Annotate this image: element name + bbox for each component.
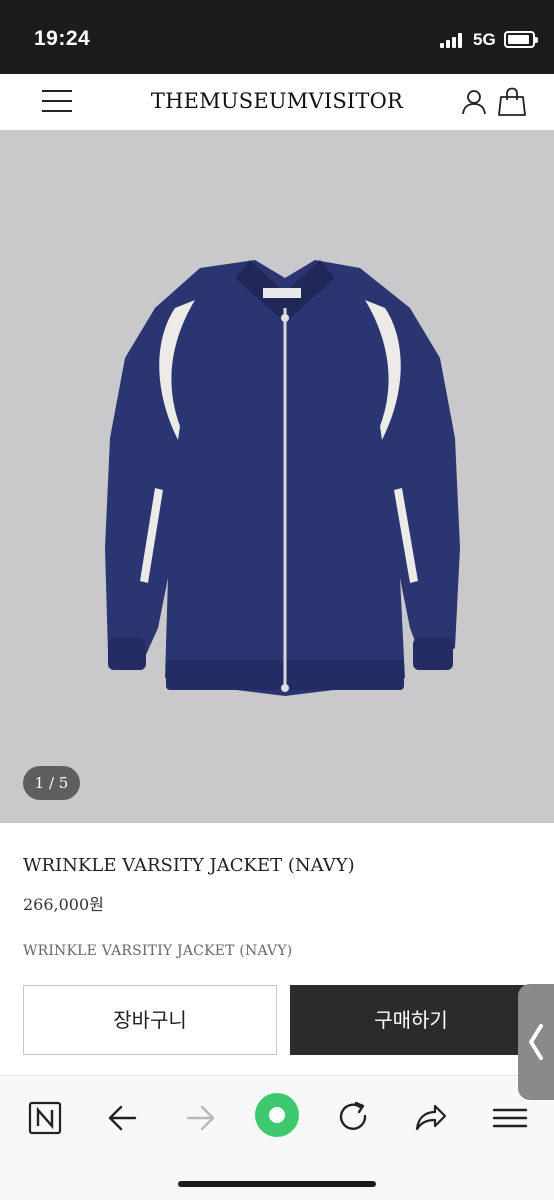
home-indicator xyxy=(178,1181,376,1187)
share-icon[interactable] xyxy=(409,1096,453,1140)
signal-icon xyxy=(440,33,466,48)
gallery-pager: 1 / 5 xyxy=(23,766,80,800)
content-fade xyxy=(0,958,554,982)
product-description: WRINKLE VARSITIY JACKET (NAVY) xyxy=(23,943,293,959)
green-dot-icon[interactable] xyxy=(254,1092,300,1138)
user-icon[interactable] xyxy=(460,88,488,116)
side-collapse-tab[interactable] xyxy=(518,984,554,1100)
reload-icon[interactable] xyxy=(332,1096,376,1140)
back-arrow-icon[interactable] xyxy=(101,1096,145,1140)
add-to-cart-button[interactable]: 장바구니 xyxy=(23,985,277,1055)
buy-now-button[interactable]: 구매하기 xyxy=(290,985,532,1055)
shopping-bag-icon[interactable] xyxy=(498,87,526,117)
chevron-left-icon xyxy=(529,1024,543,1060)
jacket-photo xyxy=(105,260,460,696)
battery-icon xyxy=(504,31,538,48)
menu-lines-icon[interactable] xyxy=(488,1096,532,1140)
forward-arrow-icon[interactable] xyxy=(178,1096,222,1140)
naver-home-icon[interactable] xyxy=(23,1096,67,1140)
product-title: WRINKLE VARSITY JACKET (NAVY) xyxy=(23,855,355,876)
product-price: 266,000원 xyxy=(23,895,104,914)
status-bar: 19:24 5G xyxy=(0,0,554,74)
product-image-gallery[interactable]: 1 / 5 xyxy=(0,130,554,823)
network-label: 5G xyxy=(473,30,496,49)
site-header: THEMUSEUMVISITOR xyxy=(0,74,554,130)
status-time: 19:24 xyxy=(34,27,91,50)
